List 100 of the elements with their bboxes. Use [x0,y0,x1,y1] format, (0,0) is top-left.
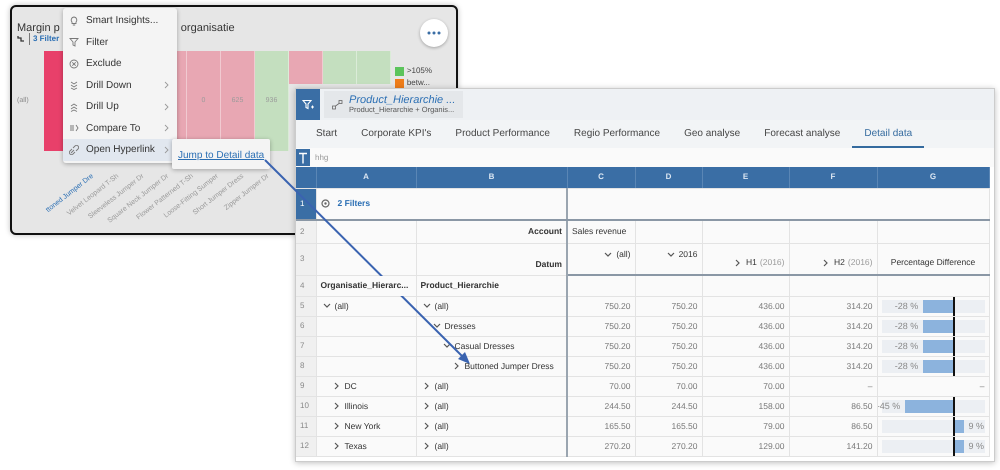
menu-item[interactable]: Drill Up [63,96,177,118]
heatmap-cell[interactable] [323,51,357,84]
tree-node-label[interactable]: (all) [434,380,449,392]
row-number[interactable]: 5 [296,296,316,316]
column-member: 2016 [678,248,698,262]
menu-item[interactable]: Drill Down [63,74,177,96]
collapse-chevron-icon[interactable] [432,322,440,330]
row-number[interactable]: 4 [296,275,316,296]
filter-count[interactable]: 2 Filters [338,197,370,210]
axis-line [952,296,955,315]
difference-value: -45 % [877,400,902,412]
filter-button[interactable] [296,89,320,120]
column-header[interactable]: G [877,167,989,188]
text-format-icon[interactable] [296,149,310,166]
tree-node-label[interactable]: Illinois [344,400,368,412]
tree-node-label[interactable]: (all) [434,420,449,432]
value-cell: 270.20 [635,436,702,456]
tree-node-label[interactable]: (all) [434,440,449,452]
link-icon [69,144,79,155]
expand-chevron-icon[interactable] [422,442,430,450]
column-header[interactable]: A [316,167,416,188]
row-number[interactable]: 9 [296,376,316,396]
row-number[interactable]: 10 [296,396,316,416]
value-cell: 314.20 [789,316,877,336]
chart-title: organisatie [180,22,235,34]
formula-input[interactable]: hhg [315,152,328,164]
column-header[interactable]: C [567,167,635,188]
legend-label: >105% [406,65,432,77]
axis-line [952,396,955,415]
axis-line [952,316,955,335]
axis-line [952,336,955,355]
tree-node-label[interactable]: Dresses [444,320,476,332]
value-cell: 70.00 [635,376,702,396]
expand-chevron-icon[interactable] [422,422,430,430]
expand-chevron-icon[interactable] [332,402,340,410]
collapse-chevron-icon[interactable] [422,302,430,310]
value-cell: 436.00 [702,316,789,336]
column-member: Percentage Difference [890,256,976,270]
menu-item[interactable]: Exclude [63,53,177,74]
more-button[interactable] [420,19,448,47]
row-number[interactable]: 2 [296,220,316,243]
expand-chevron-icon[interactable] [422,402,430,410]
value-cell: 79.00 [702,416,789,436]
expand-chevron-icon[interactable] [822,258,830,267]
collapse-chevron-icon[interactable] [666,250,675,259]
column-header[interactable]: F [789,167,877,188]
row-number[interactable]: 3 [296,243,316,275]
value-cell: 436.00 [702,356,789,376]
page-tab[interactable]: Forecast analyse [752,120,852,148]
tree-node-label[interactable]: Texas [344,440,367,452]
bulb-icon [69,16,79,26]
menu-item[interactable]: Smart Insights... [63,10,177,32]
expand-chevron-icon[interactable] [332,422,340,430]
expand-chevron-icon[interactable] [452,362,460,370]
value-cell: 750.20 [567,296,635,316]
expand-chevron-icon[interactable] [332,442,340,450]
chevrons-down-icon [69,80,79,90]
row-number[interactable]: 8 [296,356,316,376]
row-number[interactable]: 12 [296,436,316,456]
tree-node-label[interactable]: (all) [334,300,349,312]
collapse-chevron-icon[interactable] [322,302,330,310]
heatmap-cell[interactable] [357,51,391,84]
axis-line [952,416,955,435]
expand-chevron-icon[interactable] [734,258,742,267]
value-cell: 750.20 [635,316,702,336]
column-header[interactable]: D [635,167,702,188]
heatmap-cell[interactable] [289,51,323,84]
page-tab[interactable]: Product Performance [443,120,562,148]
value-cell: 750.20 [567,356,635,376]
tree-node-label[interactable]: (all) [434,400,449,412]
column-header[interactable]: E [702,167,789,188]
page-tab[interactable]: Corporate KPI's [349,120,444,148]
value-cell: 750.20 [635,336,702,356]
page-tab[interactable]: Geo analyse [672,120,752,148]
hyperlink[interactable]: Jump to Detail data [178,150,264,161]
expand-chevron-icon[interactable] [332,382,340,390]
page-tab[interactable]: Start [304,120,350,148]
value-cell: 70.00 [567,376,635,396]
value-cell: 158.00 [702,396,789,416]
value-cell: 314.20 [789,296,877,316]
expand-chevron-icon[interactable] [422,382,430,390]
row-number[interactable]: 6 [296,316,316,336]
menu-item[interactable]: Filter [63,32,177,53]
corner-cell [296,167,316,188]
value-cell: 70.00 [702,376,789,396]
tree-node-label[interactable]: (all) [434,300,449,312]
column-header[interactable]: B [416,167,567,188]
row-number[interactable]: 7 [296,336,316,356]
account-value: Sales revenue [567,220,635,243]
collapse-chevron-icon[interactable] [604,250,612,259]
compare-icon [69,123,79,134]
value-cell: 244.50 [635,396,702,416]
row-number[interactable]: 11 [296,416,316,436]
value-cell: 750.20 [635,296,702,316]
tree-node-label[interactable]: DC [344,380,357,392]
filter-count[interactable]: 3 Filter [29,33,60,45]
page-tab[interactable]: Regio Performance [562,120,672,148]
collapse-chevron-icon[interactable] [442,342,450,350]
menu-item[interactable]: Compare To [63,118,177,139]
value-cell: 129.00 [702,436,789,456]
